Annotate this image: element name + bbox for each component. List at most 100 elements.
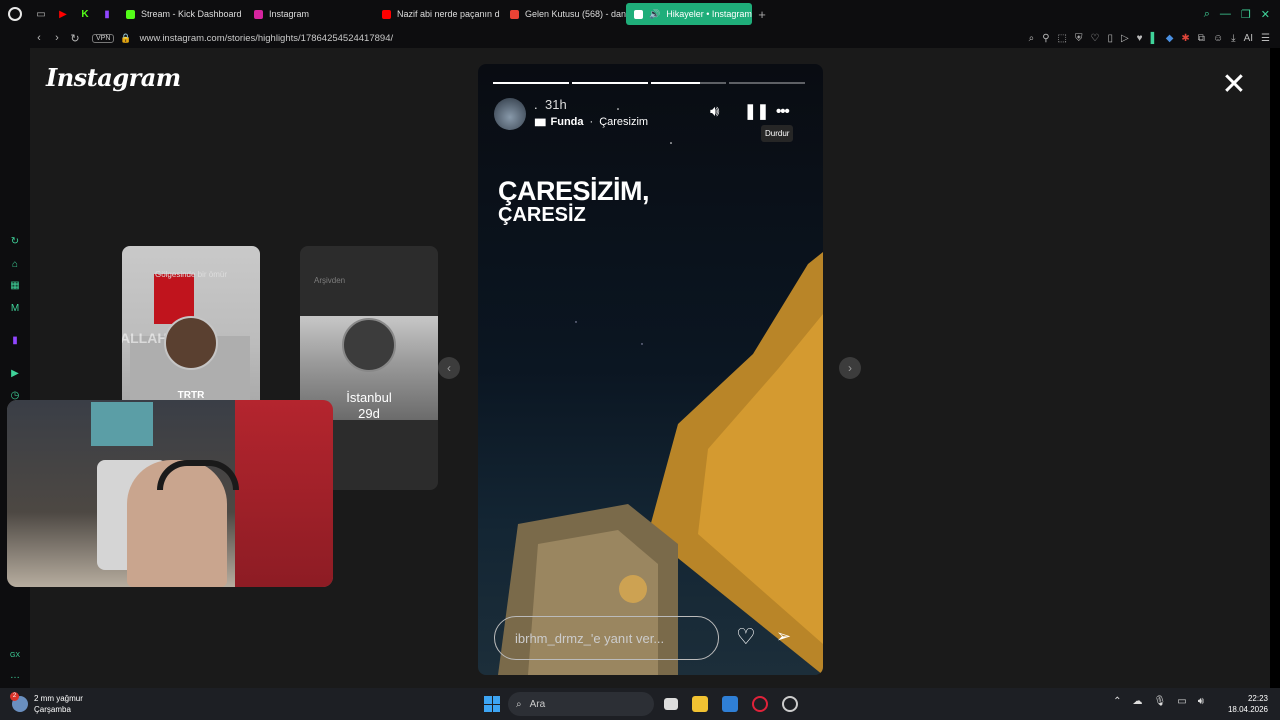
sidebar-gx-icon[interactable]: GX: [9, 650, 21, 662]
minimize-icon[interactable]: —: [1220, 8, 1231, 21]
instagram-story-viewer: Instagram ✕ Gölgesinde bir ömür ALLAH TR…: [30, 48, 1270, 688]
opera-gx-logo[interactable]: [0, 0, 30, 28]
taskbar-clock[interactable]: 22:23 18.04.2026: [1228, 693, 1268, 715]
vpn-ext-icon[interactable]: ◆: [1166, 33, 1174, 44]
story-panel[interactable]: . 31h ▮▮▮ Funda · Çaresizim 🔊︎ ❚❚ ••• Du…: [478, 64, 823, 675]
tab-instagram[interactable]: Instagram: [246, 3, 374, 25]
lock-icon[interactable]: 🔒: [120, 33, 131, 44]
download-icon[interactable]: ⤓: [1231, 33, 1235, 44]
twitch-pinned-icon[interactable]: ▮: [96, 0, 118, 28]
send-icon[interactable]: ➢: [776, 626, 791, 647]
search-label: Ara: [529, 698, 546, 710]
windows-start-icon[interactable]: [484, 696, 500, 712]
progress-segment: [650, 82, 727, 84]
tab-gmail[interactable]: Gelen Kutusu (568) - danı: [502, 3, 626, 25]
more-options-icon[interactable]: •••: [776, 104, 790, 120]
progress-segment: [571, 82, 648, 84]
preview-caption: Gölgesinde bir ömür: [154, 270, 228, 279]
sidebar-play-icon[interactable]: ▶: [9, 368, 21, 380]
close-window-icon[interactable]: ✕: [1261, 8, 1270, 21]
ai-icon[interactable]: AI: [1244, 33, 1253, 44]
reload-icon[interactable]: ↻: [66, 32, 84, 45]
network-icon[interactable]: ▭: [1177, 696, 1186, 707]
weather-day: Çarşamba: [34, 705, 71, 714]
snapshot-icon[interactable]: ⬚: [1058, 33, 1067, 44]
previous-story-button[interactable]: ‹: [438, 357, 460, 379]
music-bars-icon: ▮▮▮: [534, 116, 546, 128]
avatar: [342, 318, 396, 372]
close-icon[interactable]: ✕: [1220, 70, 1248, 100]
speaker-icon[interactable]: 🔊︎: [1198, 696, 1204, 707]
weather-rain-icon: 2: [10, 692, 28, 712]
like-heart-icon[interactable]: ♡: [736, 624, 756, 650]
ext-red-icon[interactable]: ✱: [1181, 33, 1189, 44]
sidebar-more-icon[interactable]: …: [9, 670, 21, 682]
app-taskbar-icon[interactable]: [782, 696, 798, 712]
music-artist: Funda: [550, 116, 584, 128]
browser-tab-bar: ▭ ▶ K ▮ Stream - Kick Dashboard Instagra…: [0, 0, 1280, 28]
vpn-badge[interactable]: VPN: [92, 33, 115, 43]
music-song: Çaresizim: [599, 116, 649, 128]
music-info[interactable]: ▮▮▮ Funda · Çaresizim: [534, 116, 648, 128]
youtube-pinned-icon[interactable]: ▶: [52, 0, 74, 28]
sidebar-bag-icon[interactable]: ⌂: [9, 259, 21, 271]
sidebar-m-icon[interactable]: M: [9, 303, 21, 315]
story-username[interactable]: .: [534, 97, 538, 112]
instagram-icon: [254, 9, 263, 19]
new-tab-button[interactable]: +: [752, 7, 772, 22]
opera-gx-taskbar-icon[interactable]: [752, 696, 768, 712]
progress-segment: [493, 82, 569, 84]
shield-icon[interactable]: ⛨: [1075, 33, 1083, 44]
bookmark-icon[interactable]: ♥: [1137, 33, 1143, 44]
sidebar-refresh-icon[interactable]: ↻: [9, 236, 21, 248]
night-sky-building-image: [498, 108, 823, 675]
pause-icon[interactable]: ❚❚: [744, 104, 769, 120]
player-icon[interactable]: ▷: [1121, 33, 1129, 44]
back-icon[interactable]: ‹: [30, 32, 48, 44]
profile-icon[interactable]: ☺: [1213, 33, 1223, 44]
mail-app-icon[interactable]: [722, 696, 738, 712]
tab-kick-dashboard[interactable]: Stream - Kick Dashboard: [118, 3, 246, 25]
kick-icon: [126, 9, 135, 19]
tab-menu-icon[interactable]: ▭: [30, 0, 52, 28]
clock-date: 18.04.2026: [1227, 705, 1268, 714]
puzzle-icon[interactable]: ⧉: [1198, 33, 1205, 44]
pin-icon[interactable]: ⚲: [1042, 33, 1049, 44]
extension-icon[interactable]: ▌: [1151, 33, 1158, 44]
weather-text: 2 mm yağmur: [34, 694, 83, 703]
url-field[interactable]: www.instagram.com/stories/highlights/178…: [140, 33, 394, 44]
audio-icon: 🔊: [649, 8, 661, 19]
system-tray: ⌃ ☁ 🎙︎ ▭ 🔊︎: [1113, 696, 1204, 707]
search-tabs-icon[interactable]: ⌕: [1204, 8, 1210, 21]
battery-icon[interactable]: ▯: [1107, 33, 1113, 44]
pause-tooltip: Durdur: [761, 125, 794, 142]
microphone-icon[interactable]: 🎙︎: [1154, 696, 1167, 707]
heart-icon[interactable]: ♡: [1090, 33, 1099, 44]
maximize-icon[interactable]: ❐: [1241, 8, 1251, 21]
story-timestamp: 31h: [545, 97, 567, 112]
task-view-icon[interactable]: [664, 698, 678, 710]
forward-icon[interactable]: ›: [48, 32, 66, 44]
tray-chevron-icon[interactable]: ⌃: [1113, 696, 1121, 707]
avatar[interactable]: [494, 98, 526, 130]
instagram-logo[interactable]: Instagram: [46, 63, 181, 92]
tab-youtube[interactable]: Nazif abi nerde paçanın d: [374, 3, 502, 25]
sidebar-grid-icon[interactable]: ▦: [9, 280, 21, 292]
taskbar-search[interactable]: ⌕ Ara: [508, 692, 654, 716]
story-subheadline: ÇARESİZ: [498, 204, 586, 226]
preview-overlay-text: ALLAH: [122, 330, 168, 346]
tray-cloud-icon[interactable]: ☁: [1133, 696, 1143, 707]
zoom-icon[interactable]: ⌕: [1029, 33, 1035, 44]
menu-icon[interactable]: ☰: [1261, 33, 1270, 44]
address-bar: ‹ › ↻ VPN 🔒 www.instagram.com/stories/hi…: [0, 28, 1280, 48]
weather-widget[interactable]: 2 2 mm yağmur Çarşamba: [10, 692, 83, 715]
volume-icon[interactable]: 🔊︎: [710, 104, 719, 120]
tab-stories-active[interactable]: 🔊 Hikayeler • Instagram: [626, 3, 752, 25]
window-controls: ⌕ — ❐ ✕: [1204, 8, 1280, 21]
kick-pinned-icon[interactable]: K: [74, 0, 96, 28]
browser-sidebar: ↻ ⌂ ▦ M ▮ ▶ ◷ GX …: [0, 48, 30, 688]
file-explorer-icon[interactable]: [692, 696, 708, 712]
sidebar-twitch-icon[interactable]: ▮: [9, 335, 21, 347]
reply-input[interactable]: ibrhm_drmz_'e yanıt ver...: [494, 616, 719, 660]
next-story-button[interactable]: ›: [839, 357, 861, 379]
